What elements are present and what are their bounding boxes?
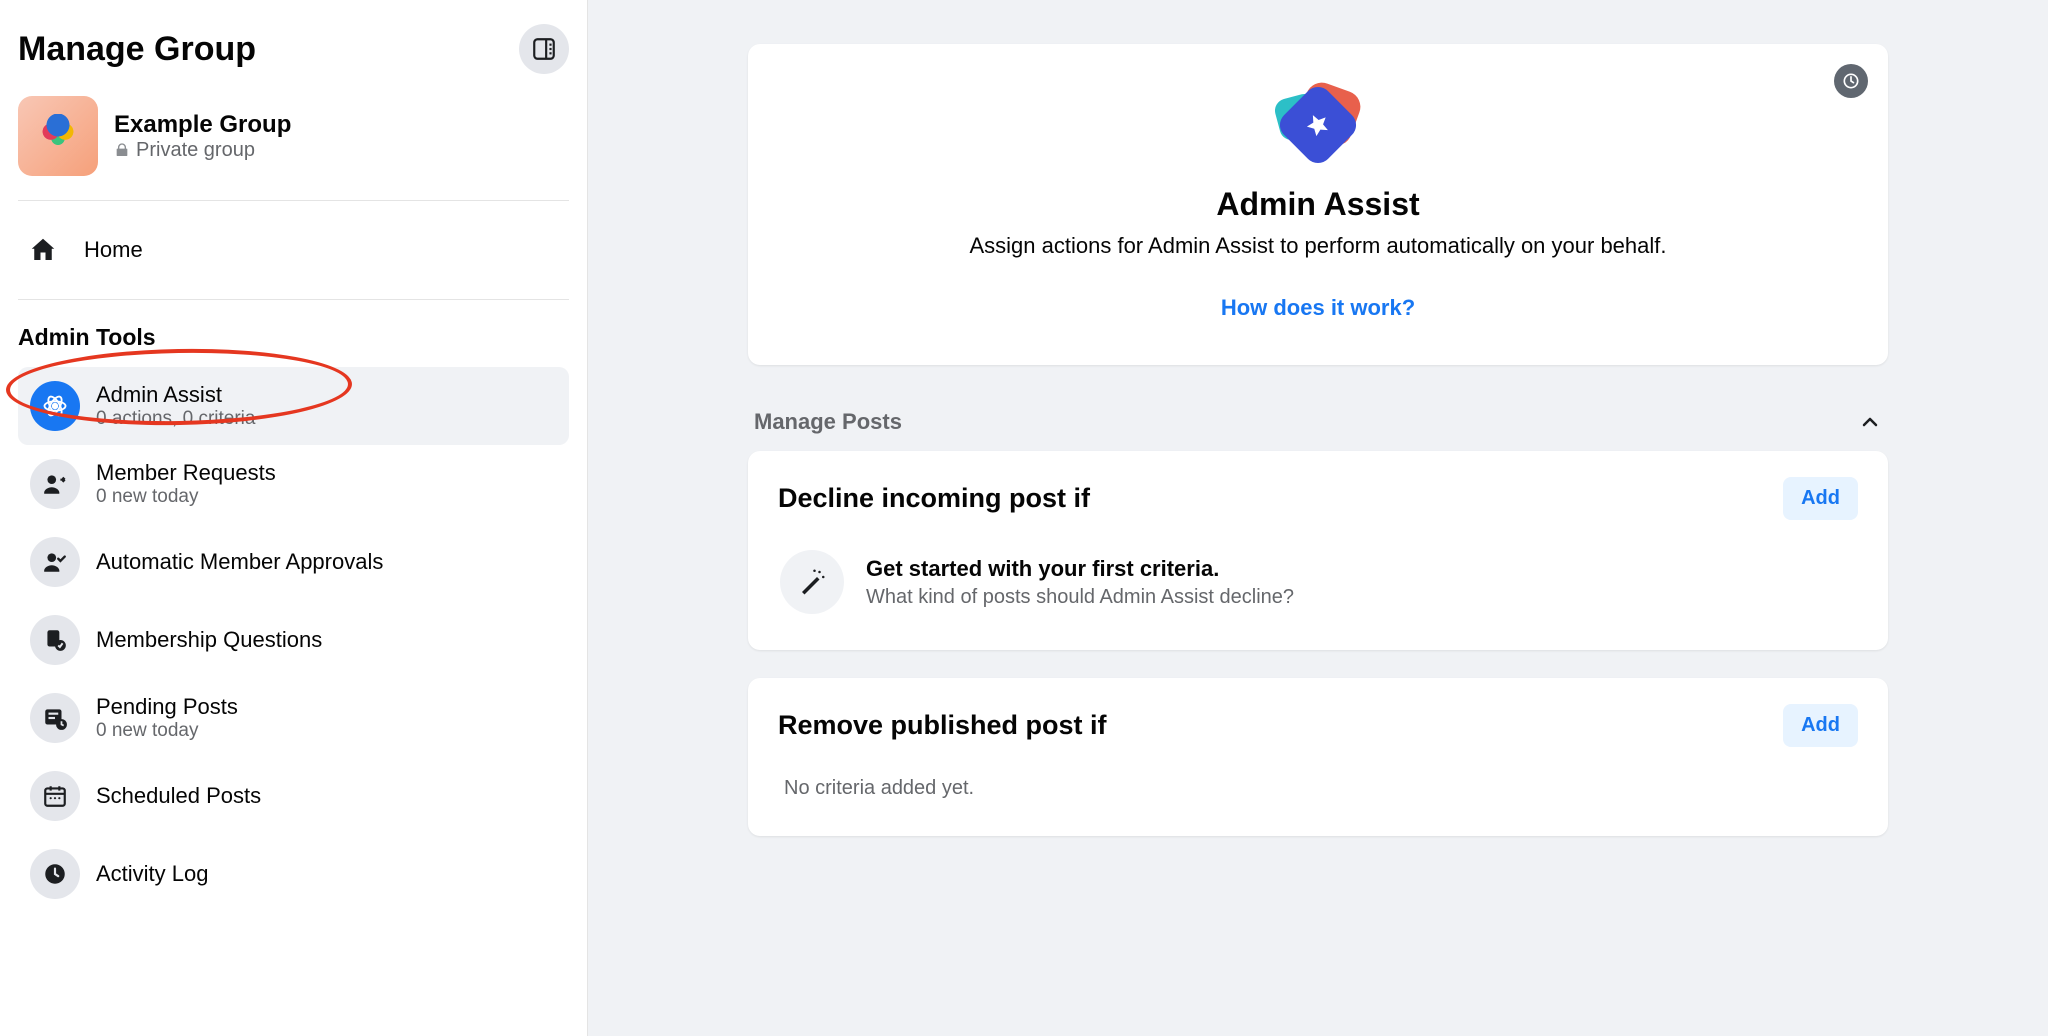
manage-posts-label: Manage Posts: [754, 409, 902, 435]
sidebar-header: Manage Group: [18, 24, 569, 74]
remove-title: Remove published post if: [778, 710, 1107, 741]
remove-empty-text: No criteria added yet.: [778, 777, 1858, 800]
home-icon: [28, 235, 58, 265]
history-button[interactable]: [1834, 64, 1868, 98]
how-does-it-work-link[interactable]: How does it work?: [772, 295, 1864, 321]
decline-post-card: Decline incoming post if Add Get started…: [748, 451, 1888, 650]
star-icon: [1300, 107, 1337, 144]
add-decline-criteria-button[interactable]: Add: [1783, 477, 1858, 520]
group-privacy-label: Private group: [136, 139, 255, 162]
group-name: Example Group: [114, 111, 291, 139]
tool-texts: Member Requests 0 new today: [96, 460, 276, 508]
group-row[interactable]: Example Group Private group: [18, 74, 569, 201]
admin-tools-heading: Admin Tools: [18, 300, 569, 367]
tool-label: Scheduled Posts: [96, 783, 261, 809]
sidebar-item-scheduled-posts[interactable]: Scheduled Posts: [18, 757, 569, 835]
pending-posts-icon: [30, 693, 80, 743]
tool-texts: Membership Questions: [96, 627, 322, 653]
admin-assist-hero-icon: [1273, 80, 1363, 170]
settings-panel-icon: [531, 36, 557, 62]
membership-questions-icon: [30, 615, 80, 665]
tool-label: Automatic Member Approvals: [96, 549, 383, 575]
atom-icon: [41, 392, 69, 420]
lock-icon: [114, 142, 130, 158]
member-requests-icon: [30, 459, 80, 509]
tool-texts: Scheduled Posts: [96, 783, 261, 809]
person-arrow-icon: [42, 471, 68, 497]
sidebar-item-admin-assist[interactable]: Admin Assist 0 actions, 0 criteria: [18, 367, 569, 445]
home-icon-wrap: [18, 225, 68, 275]
decline-body: Get started with your first criteria. Wh…: [778, 550, 1858, 614]
group-avatar: [18, 96, 98, 176]
home-label: Home: [84, 237, 143, 263]
person-check-icon: [42, 549, 68, 575]
sidebar-item-membership-questions[interactable]: Membership Questions: [18, 601, 569, 679]
decline-body-sub: What kind of posts should Admin Assist d…: [866, 586, 1294, 609]
page-title: Manage Group: [18, 30, 256, 69]
rule-head: Decline incoming post if Add: [778, 477, 1858, 520]
add-remove-criteria-button[interactable]: Add: [1783, 704, 1858, 747]
tool-texts: Pending Posts 0 new today: [96, 694, 238, 742]
auto-approvals-icon: [30, 537, 80, 587]
group-info: Example Group Private group: [114, 111, 291, 162]
tool-sub: 0 new today: [96, 486, 276, 508]
clipboard-badge-icon: [42, 627, 68, 653]
clock-icon: [42, 861, 68, 887]
hero-description: Assign actions for Admin Assist to perfo…: [772, 233, 1864, 259]
hero-card: Admin Assist Assign actions for Admin As…: [748, 44, 1888, 365]
sidebar: Manage Group Example Group Private group…: [0, 0, 588, 1036]
wand-icon-wrap: [780, 550, 844, 614]
group-privacy: Private group: [114, 139, 291, 162]
feed-clock-icon: [42, 705, 68, 731]
tool-sub: 0 new today: [96, 720, 238, 742]
tool-label: Membership Questions: [96, 627, 322, 653]
tool-texts: Automatic Member Approvals: [96, 549, 383, 575]
tool-label: Activity Log: [96, 861, 209, 887]
calendar-icon: [42, 783, 68, 809]
main-content: Admin Assist Assign actions for Admin As…: [588, 0, 2048, 1036]
magic-wand-icon: [797, 567, 827, 597]
settings-button[interactable]: [519, 24, 569, 74]
tool-texts: Admin Assist 0 actions, 0 criteria: [96, 382, 255, 430]
admin-assist-icon: [30, 381, 80, 431]
sidebar-item-pending-posts[interactable]: Pending Posts 0 new today: [18, 679, 569, 757]
chevron-up-icon: [1858, 410, 1882, 434]
scheduled-posts-icon: [30, 771, 80, 821]
group-avatar-graphic: [40, 114, 76, 158]
decline-body-title: Get started with your first criteria.: [866, 556, 1294, 582]
activity-log-icon: [30, 849, 80, 899]
decline-title: Decline incoming post if: [778, 483, 1090, 514]
clock-icon: [1841, 71, 1861, 91]
sidebar-item-home[interactable]: Home: [18, 201, 569, 300]
tool-label: Admin Assist: [96, 382, 255, 408]
sidebar-item-activity-log[interactable]: Activity Log: [18, 835, 569, 913]
tool-label: Member Requests: [96, 460, 276, 486]
rule-head: Remove published post if Add: [778, 704, 1858, 747]
tool-sub: 0 actions, 0 criteria: [96, 408, 255, 430]
sidebar-item-auto-approvals[interactable]: Automatic Member Approvals: [18, 523, 569, 601]
sidebar-item-member-requests[interactable]: Member Requests 0 new today: [18, 445, 569, 523]
tool-texts: Activity Log: [96, 861, 209, 887]
remove-post-card: Remove published post if Add No criteria…: [748, 678, 1888, 836]
hero-title: Admin Assist: [772, 186, 1864, 223]
decline-body-texts: Get started with your first criteria. Wh…: [866, 556, 1294, 609]
tool-label: Pending Posts: [96, 694, 238, 720]
manage-posts-section-toggle[interactable]: Manage Posts: [748, 409, 1888, 435]
